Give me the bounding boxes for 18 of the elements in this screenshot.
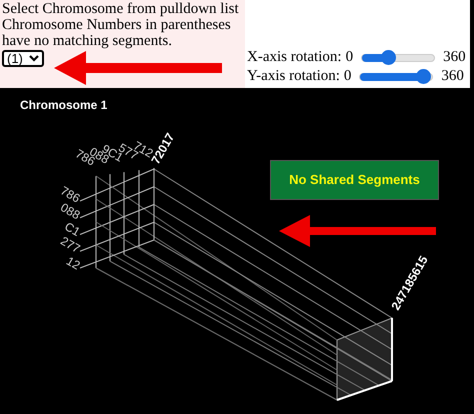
slider-label: X-axis rotation: — [247, 48, 342, 67]
banner-text: No Shared Segments — [289, 171, 420, 190]
chart-title: Chromosome 1 — [20, 97, 108, 114]
slider-thumb[interactable] — [380, 50, 396, 64]
instruction-text: have no matching segments. — [2, 33, 173, 49]
left-arrow-icon — [279, 215, 437, 247]
instruction-text: Chromosome Numbers in parentheses — [2, 17, 232, 33]
slider-label: Y-axis rotation: — [247, 67, 340, 86]
slider-min: 0 — [344, 67, 352, 86]
left-arrow-icon — [54, 50, 224, 86]
axis-label: 12 — [64, 254, 82, 273]
chevron-down-icon — [28, 55, 39, 62]
instruction-text: Select Chromosome from pulldown list — [2, 1, 240, 17]
slider-max: 360 — [443, 48, 466, 67]
slider-max: 360 — [441, 67, 464, 86]
chromosome-dropdown[interactable]: (1) — [2, 50, 44, 67]
slider-thumb[interactable] — [416, 68, 432, 84]
slider-min: 0 — [346, 48, 354, 67]
